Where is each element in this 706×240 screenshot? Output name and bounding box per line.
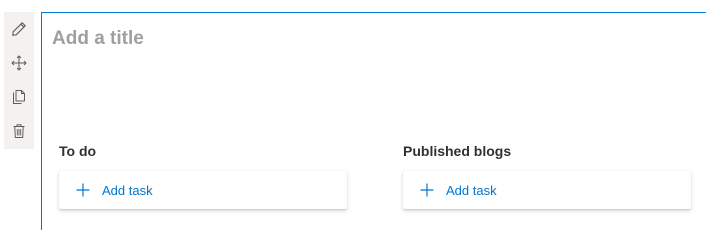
plan-title-input[interactable] [52,26,652,52]
duplicate-button[interactable] [4,82,34,112]
move-icon [11,55,27,71]
copy-icon [13,90,25,104]
plus-icon [76,183,90,197]
web-part-toolbar [4,12,34,149]
plus-icon [420,183,434,197]
add-task-button-to-do[interactable]: Add task [59,171,347,209]
delete-button[interactable] [4,116,34,146]
add-task-label: Add task [446,182,497,198]
edit-button[interactable] [4,14,34,44]
pencil-icon [12,22,26,36]
bucket-title-published-blogs: Published blogs [403,143,512,159]
trash-icon [13,124,25,138]
add-task-label: Add task [102,182,153,198]
move-button[interactable] [4,48,34,78]
add-task-button-published-blogs[interactable]: Add task [403,171,691,209]
bucket-title-to-do: To do [59,143,97,159]
